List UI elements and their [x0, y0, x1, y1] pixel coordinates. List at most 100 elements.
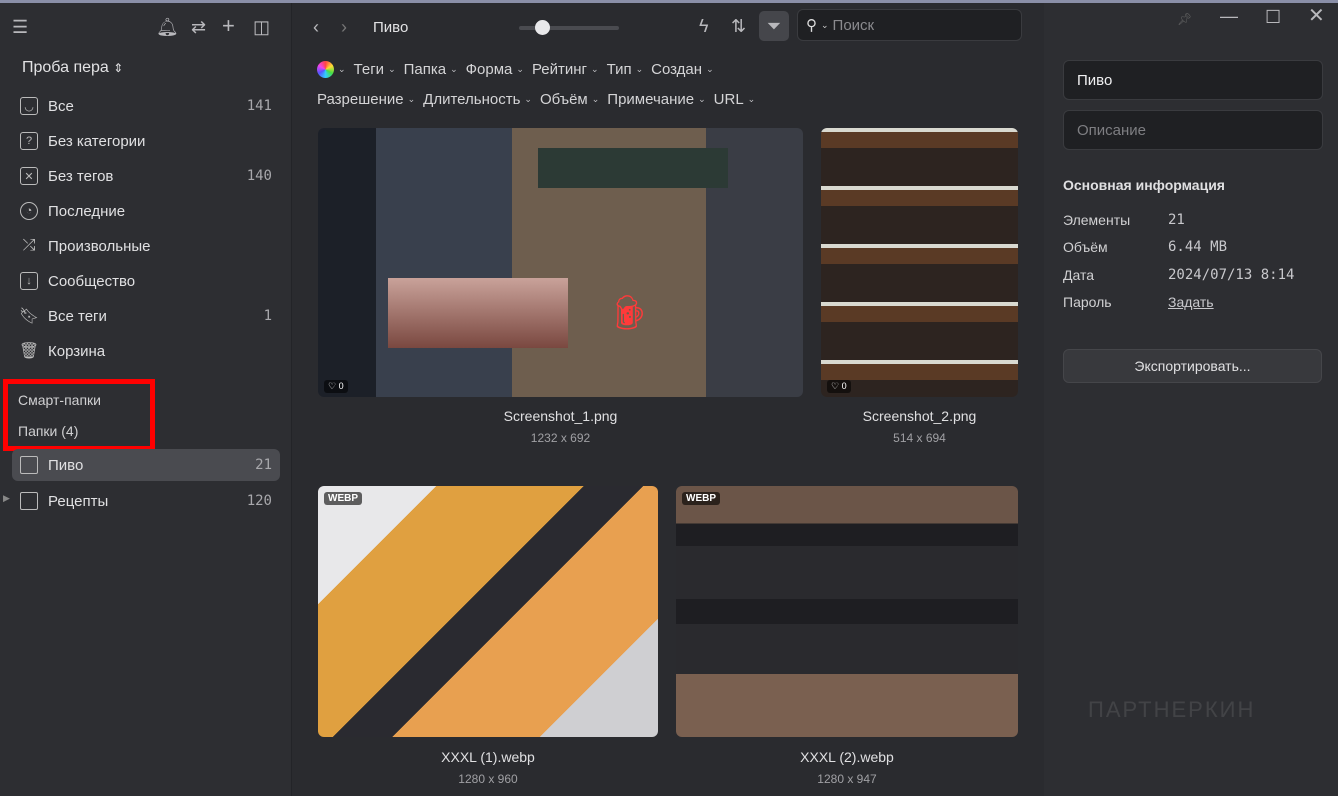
filter-size[interactable]: Объём ⌄ — [540, 91, 599, 108]
format-badge: WEBP — [324, 492, 362, 505]
folder-item-recipes[interactable]: Рецепты 120 — [20, 486, 280, 516]
bell-icon[interactable]: 🔔︎ — [156, 17, 179, 37]
likes-badge: ♡ 0 — [827, 380, 851, 393]
highlight-annotation — [3, 379, 155, 451]
forward-icon[interactable]: › — [341, 17, 347, 37]
maximize-icon[interactable]: ☐ — [1265, 7, 1281, 27]
workspace-name: Проба пера — [22, 59, 109, 76]
zoom-slider[interactable] — [519, 20, 619, 35]
lightning-icon[interactable]: ϟ — [699, 16, 709, 36]
close-icon[interactable]: ✕ — [1308, 6, 1325, 26]
label: Форма — [465, 61, 513, 78]
download-box-icon: ↓ — [20, 272, 38, 290]
question-icon: ? — [20, 132, 38, 150]
panel-toggle-icon[interactable]: ◫ — [253, 17, 270, 37]
thumbnail-xxxl-2[interactable]: WEBP — [676, 486, 1018, 737]
thumbnail-screenshot-1[interactable]: 🍺︎ ♡ 0 — [318, 128, 803, 397]
item-name: XXXL (2).webp — [800, 749, 894, 765]
filter-tags[interactable]: Теги ⌄ — [354, 61, 396, 78]
trash-icon: 🗑︎ — [18, 343, 40, 360]
folder-name-input[interactable]: Пиво — [1063, 60, 1323, 100]
format-badge: WEBP — [682, 492, 720, 505]
folder-icon — [20, 456, 38, 474]
menu-icon[interactable]: ☰ — [12, 17, 28, 37]
pin-icon[interactable]: 📌︎ — [1177, 9, 1192, 29]
label: Примечание — [607, 91, 695, 108]
description-input[interactable]: Описание — [1063, 110, 1323, 150]
label: Теги — [353, 61, 385, 78]
label: Все теги — [48, 307, 107, 325]
sidebar-item-all-tags[interactable]: 🔖︎ Все теги 1 — [19, 301, 280, 331]
label: Объём — [539, 91, 588, 108]
label: Разрешение — [317, 91, 404, 108]
count: 141 — [246, 98, 272, 114]
zoom-slider-handle[interactable] — [535, 20, 550, 35]
search-input[interactable]: ⚲ ⌄ Поиск — [797, 9, 1022, 41]
search-placeholder: Поиск — [832, 16, 875, 34]
sidebar-item-recent[interactable]: ◔ Последние — [20, 196, 280, 226]
folders-header[interactable]: Папки (4) — [18, 423, 78, 439]
thumbnail-xxxl-1[interactable]: WEBP — [318, 486, 658, 737]
clock-icon: ◔ — [20, 202, 38, 220]
folder-item-beer[interactable]: Пиво 21 — [12, 449, 280, 481]
filter-shape[interactable]: Форма ⌄ — [466, 61, 524, 78]
value-size: 6.44 MB — [1168, 239, 1228, 255]
search-icon: ⚲ — [806, 17, 817, 34]
back-icon[interactable]: ‹ — [313, 17, 319, 37]
expand-arrow-icon[interactable]: ▶ — [3, 493, 10, 504]
filter-rating[interactable]: Рейтинг ⌄ — [532, 61, 599, 78]
label: Произвольные — [48, 237, 151, 255]
value-elements: 21 — [1168, 212, 1185, 228]
folder-icon — [20, 492, 38, 510]
workspace-switcher[interactable]: Проба пера ⇕ — [22, 59, 123, 77]
label: Тип — [606, 61, 632, 78]
inbox-icon: ◡ — [20, 97, 38, 115]
color-wheel-icon — [317, 61, 334, 78]
filter-folder[interactable]: Папка ⌄ — [404, 61, 458, 78]
count: 1 — [263, 308, 272, 324]
sidebar-item-random[interactable]: ⤮ Произвольные — [20, 231, 280, 261]
set-password-link[interactable]: Задать — [1168, 294, 1214, 310]
filter-created[interactable]: Создан ⌄ — [651, 61, 713, 78]
add-icon[interactable]: + — [222, 15, 235, 37]
item-dimensions: 1232 x 692 — [530, 431, 591, 445]
label: Пиво — [48, 456, 84, 474]
item-name: Screenshot_2.png — [862, 408, 977, 424]
sidebar-item-untagged[interactable]: ✕ Без тегов 140 — [20, 161, 280, 191]
export-button[interactable]: Экспортировать... — [1063, 349, 1322, 383]
filter-row-1: ⌄ Теги ⌄ Папка ⌄ Форма ⌄ Рейтинг ⌄ Тип ⌄ Созд… — [317, 61, 722, 78]
sidebar-item-community[interactable]: ↓ Сообщество — [20, 266, 280, 296]
filter-duration[interactable]: Длительность ⌄ — [423, 91, 532, 108]
filter-icon[interactable]: ⏷ — [759, 11, 789, 41]
label-size: Объём — [1063, 239, 1108, 255]
smart-folders-header[interactable]: Смарт-папки — [18, 392, 101, 408]
label-password: Пароль — [1063, 294, 1112, 310]
sidebar: ☰ 🔔︎ ⇄ + ◫ Проба пера ⇕ ◡ Все 141 ? Без кат… — [0, 3, 292, 796]
label: Корзина — [48, 342, 106, 360]
item-dimensions: 1280 x 960 — [458, 772, 518, 786]
label: Последние — [48, 202, 126, 220]
untagged-icon: ✕ — [20, 167, 38, 185]
item-name: XXXL (1).webp — [441, 749, 535, 765]
item-dimensions: 1280 x 947 — [817, 772, 877, 786]
sidebar-item-all[interactable]: ◡ Все 141 — [20, 91, 280, 121]
label: Без тегов — [48, 167, 114, 185]
shuffle-icon: ⤮ — [22, 237, 36, 254]
color-filter[interactable]: ⌄ — [317, 61, 346, 78]
filter-url[interactable]: URL ⌄ — [714, 91, 756, 108]
sync-icon[interactable]: ⇄ — [191, 17, 206, 37]
filter-note[interactable]: Примечание ⌄ — [607, 91, 705, 108]
sort-icon[interactable]: ⇅ — [731, 16, 746, 36]
label-elements: Элементы — [1063, 212, 1131, 228]
thumbnail-screenshot-2[interactable]: ♡ 0 — [821, 128, 1018, 397]
minimize-icon[interactable]: — — [1220, 6, 1238, 26]
item-dimensions: 514 x 694 — [893, 431, 946, 445]
sidebar-item-trash[interactable]: 🗑︎ Корзина — [18, 336, 280, 366]
label: Все — [48, 97, 74, 115]
label: Рецепты — [48, 492, 109, 510]
sidebar-item-uncategorized[interactable]: ? Без категории — [20, 126, 280, 156]
updown-icon: ⇕ — [113, 61, 124, 75]
filter-type[interactable]: Тип ⌄ — [607, 61, 644, 78]
likes-badge: ♡ 0 — [324, 380, 348, 393]
filter-resolution[interactable]: Разрешение ⌄ — [317, 91, 415, 108]
